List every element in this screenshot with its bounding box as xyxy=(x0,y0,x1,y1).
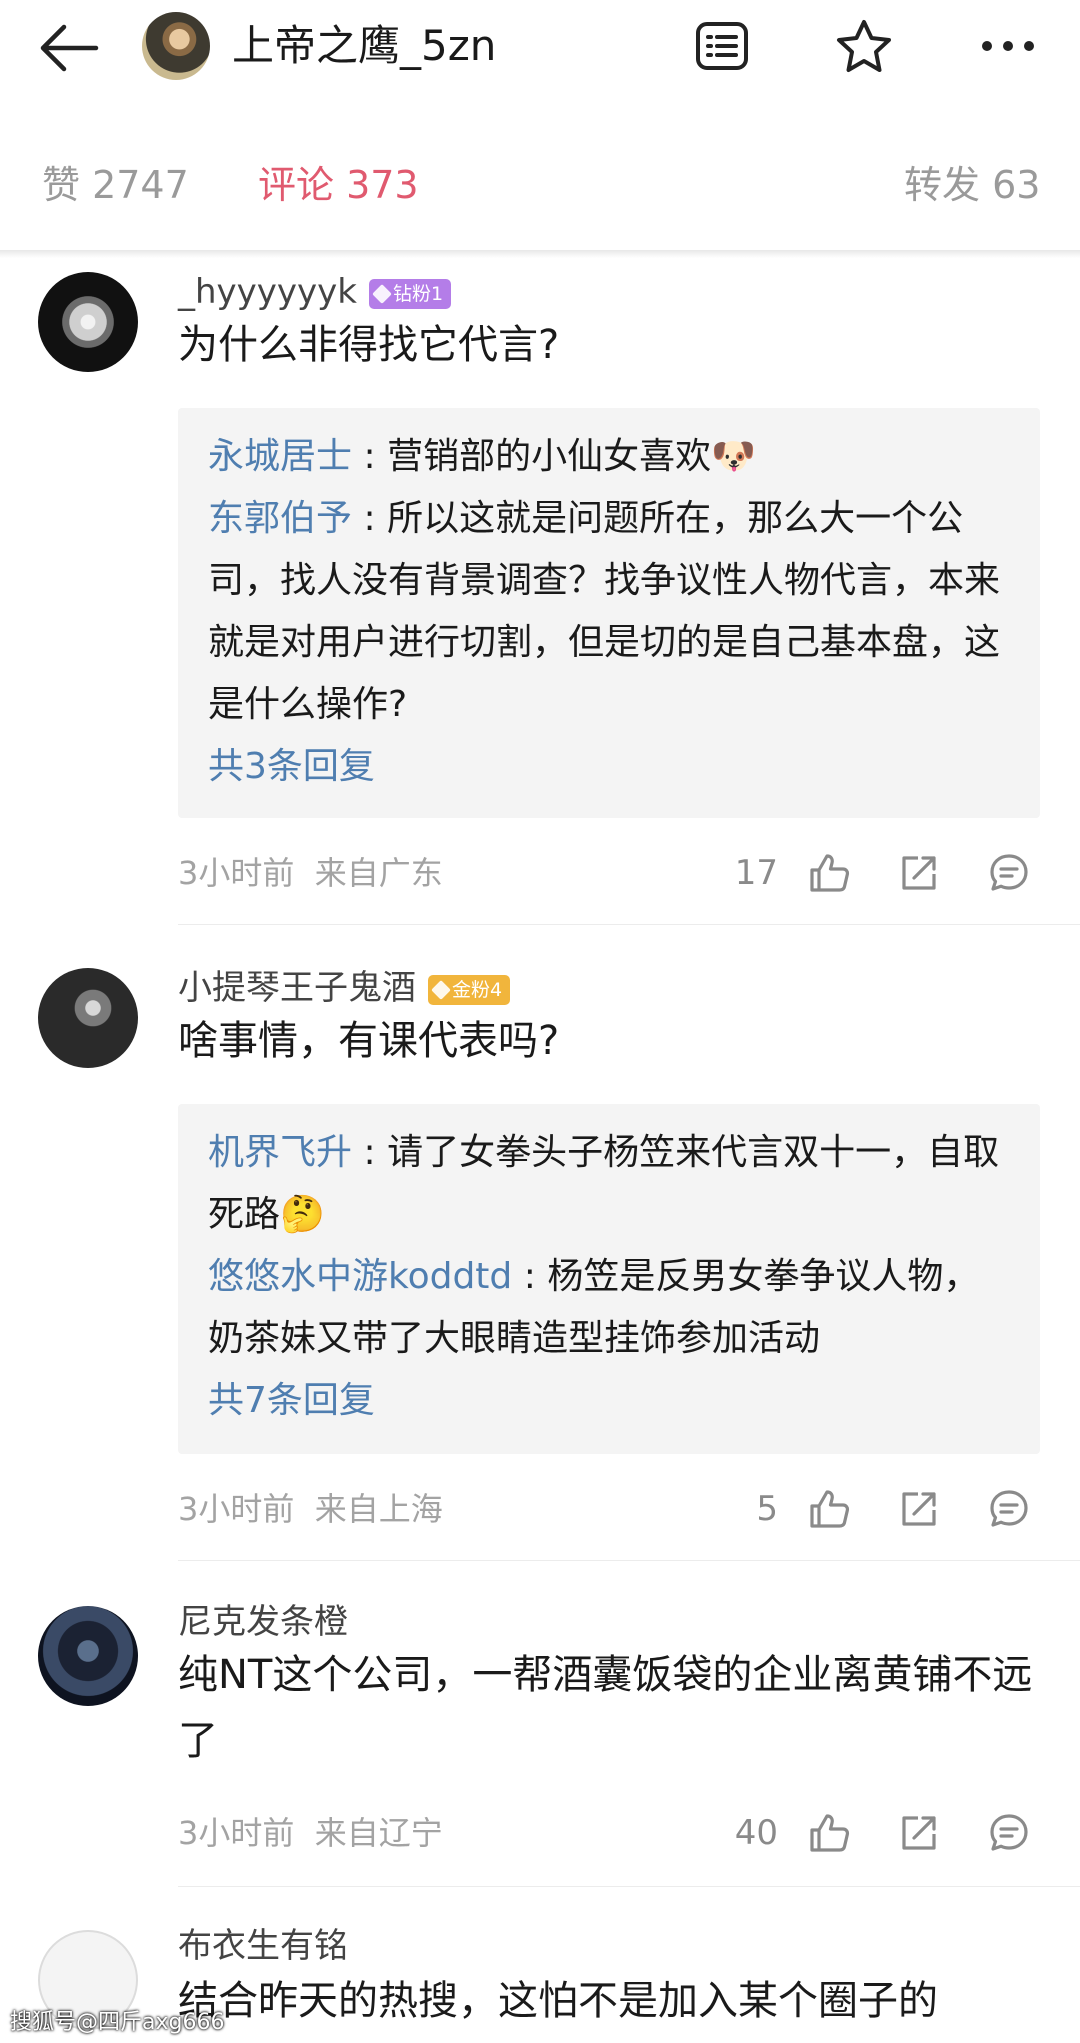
author-avatar[interactable] xyxy=(142,12,210,80)
reply-separator: : xyxy=(363,498,376,539)
comment-time: 3小时前 来自上海 xyxy=(178,1488,443,1530)
back-arrow-icon[interactable] xyxy=(38,18,108,78)
reply-author[interactable]: 东郭伯予 xyxy=(208,498,352,539)
username-text[interactable]: _hyyyyyyk xyxy=(178,272,357,312)
tab-likes[interactable]: 赞 2747 xyxy=(42,160,189,210)
tab-comments[interactable]: 评论 373 xyxy=(258,160,419,210)
tab-bar: 赞 2747 评论 373 转发 63 xyxy=(0,140,1080,236)
comment-username[interactable]: 布衣生有铭 xyxy=(178,1924,348,1968)
like-count: 5 xyxy=(756,1489,778,1529)
avatar[interactable] xyxy=(38,272,138,372)
reply-item: 东郭伯予 : 所以这就是问题所在，那么大一个公司，找人没有背景调查？找争议性人物… xyxy=(208,488,1010,736)
reply-item: 机界飞升 : 请了女拳头子杨笠来代言双十一，自取死路🤔 xyxy=(208,1122,1010,1246)
comment-meta: 3小时前 来自上海 5 xyxy=(178,1484,1040,1534)
page-title: 上帝之鹰_5zn xyxy=(232,21,497,70)
badge-label: 金粉4 xyxy=(452,978,503,1001)
fan-badge: 金粉4 xyxy=(428,974,511,1005)
share-icon[interactable] xyxy=(894,848,944,898)
like-count: 40 xyxy=(734,1813,778,1853)
comment-username[interactable]: 尼克发条橙 xyxy=(178,1600,348,1644)
share-icon[interactable] xyxy=(894,1484,944,1534)
reply-item: 永城居士 : 营销部的小仙女喜欢🐶 xyxy=(208,426,1010,488)
comment-content: 纯NT这个公司，一帮酒囊饭袋的企业离黄铺不远了 xyxy=(178,1652,1033,1764)
comment-icon[interactable] xyxy=(984,1484,1034,1534)
reader-icon[interactable] xyxy=(690,14,754,78)
share-icon[interactable] xyxy=(894,1808,944,1858)
like-count: 17 xyxy=(734,853,778,893)
top-bar: 上帝之鹰_5zn xyxy=(0,0,1080,100)
gold-gem-icon xyxy=(431,979,451,1000)
more-replies-link[interactable]: 共7条回复 xyxy=(208,1370,1010,1432)
avatar[interactable] xyxy=(38,968,138,1068)
tab-reposts[interactable]: 转发 63 xyxy=(904,160,1040,210)
star-icon[interactable] xyxy=(832,14,896,78)
comment-time: 3小时前 来自广东 xyxy=(178,852,443,894)
username-text[interactable]: 小提琴王子鬼酒 xyxy=(178,968,416,1008)
reply-box[interactable]: 机界飞升 : 请了女拳头子杨笠来代言双十一，自取死路🤔 悠悠水中游koddtd … xyxy=(178,1104,1040,1454)
comment-content: 为什么非得找它代言? xyxy=(178,322,560,368)
reply-text: 营销部的小仙女喜欢🐶 xyxy=(387,436,756,477)
comment-time: 3小时前 来自辽宁 xyxy=(178,1812,443,1854)
location-text: 来自辽宁 xyxy=(314,1814,443,1852)
divider xyxy=(178,1560,1080,1561)
time-text: 3小时前 xyxy=(178,1814,295,1852)
like-icon[interactable] xyxy=(804,848,854,898)
comment-icon[interactable] xyxy=(984,1808,1034,1858)
reply-author[interactable]: 机界飞升 xyxy=(208,1132,352,1173)
comment-meta: 3小时前 来自辽宁 40 xyxy=(178,1808,1040,1858)
reply-box[interactable]: 永城居士 : 营销部的小仙女喜欢🐶 东郭伯予 : 所以这就是问题所在，那么大一个… xyxy=(178,408,1040,818)
watermark: 搜狐号@四斤axg666 xyxy=(10,2010,225,2035)
comment-icon[interactable] xyxy=(984,848,1034,898)
avatar[interactable] xyxy=(38,1606,138,1706)
reply-author[interactable]: 悠悠水中游koddtd xyxy=(208,1256,512,1297)
comment-username[interactable]: _hyyyyyyk 钻粉1 xyxy=(178,270,452,314)
diamond-icon xyxy=(372,283,392,304)
reply-author[interactable]: 永城居士 xyxy=(208,436,352,477)
comment-content: 结合昨天的热搜，这怕不是加入某个圈子的 xyxy=(178,1978,938,2024)
more-icon[interactable] xyxy=(976,14,1040,78)
more-replies-link[interactable]: 共3条回复 xyxy=(208,736,1010,798)
divider xyxy=(178,1886,1080,1887)
location-text: 来自上海 xyxy=(314,1490,443,1528)
location-text: 来自广东 xyxy=(314,854,443,892)
like-icon[interactable] xyxy=(804,1484,854,1534)
comment-username[interactable]: 小提琴王子鬼酒 金粉4 xyxy=(178,966,511,1010)
reply-separator: : xyxy=(363,436,376,477)
like-icon[interactable] xyxy=(804,1808,854,1858)
fan-badge: 钻粉1 xyxy=(368,278,452,309)
divider xyxy=(0,250,1080,258)
reply-separator: : xyxy=(363,1132,376,1173)
badge-label: 钻粉1 xyxy=(392,282,444,305)
time-text: 3小时前 xyxy=(178,1490,295,1528)
time-text: 3小时前 xyxy=(178,854,295,892)
divider xyxy=(178,924,1080,925)
reply-separator: : xyxy=(523,1256,536,1297)
reply-item: 悠悠水中游koddtd : 杨笠是反男女拳争议人物，奶茶妹又带了大眼睛造型挂饰参… xyxy=(208,1246,1010,1370)
comment-meta: 3小时前 来自广东 17 xyxy=(178,848,1040,898)
comment-content: 啥事情，有课代表吗? xyxy=(178,1018,560,1064)
